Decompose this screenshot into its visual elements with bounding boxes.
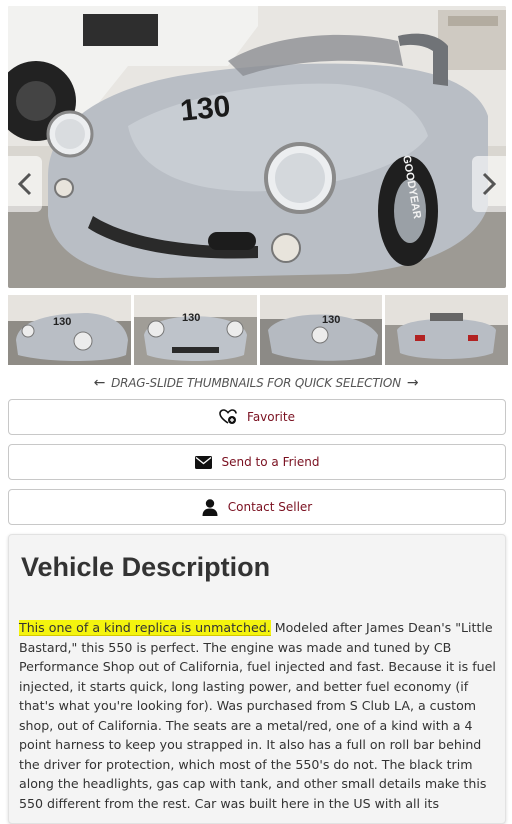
chevron-left-icon <box>18 172 32 196</box>
thumbnail-strip[interactable]: 130 130 130 <box>8 295 508 365</box>
hint-text: DRAG-SLIDE THUMBNAILS FOR QUICK SELECTIO… <box>111 376 401 390</box>
next-photo-button[interactable] <box>472 156 506 212</box>
description-title: Vehicle Description <box>21 552 271 582</box>
chevron-right-icon <box>482 172 496 196</box>
description-highlight: This one of a kind replica is unmatched. <box>19 620 271 636</box>
envelope-icon <box>194 455 212 469</box>
thumbnail-2[interactable]: 130 <box>133 295 257 365</box>
thumbnail-4[interactable] <box>385 295 508 365</box>
send-to-friend-button[interactable]: Send to a Friend <box>8 444 506 480</box>
thumbnail-3[interactable]: 130 <box>259 295 383 365</box>
arrow-left-icon: ← <box>93 375 106 391</box>
favorite-button[interactable]: Favorite <box>8 399 506 435</box>
thumbnail-1[interactable]: 130 <box>8 295 131 365</box>
car-photo: 130 GOODYEAR <box>8 6 506 288</box>
main-photo[interactable]: 130 GOODYEAR <box>8 6 506 288</box>
description-body: Modeled after James Dean's "Little Basta… <box>19 620 496 811</box>
thumb-number: 130 <box>322 314 340 326</box>
contact-seller-label: Contact Seller <box>227 500 313 514</box>
thumb-number: 130 <box>53 316 71 328</box>
contact-seller-button[interactable]: Contact Seller <box>8 489 506 525</box>
heart-plus-icon <box>219 409 237 424</box>
thumb-number: 130 <box>182 312 200 324</box>
car-number: 130 <box>179 90 232 128</box>
favorite-label: Favorite <box>247 410 295 424</box>
user-icon <box>202 498 218 516</box>
vehicle-description-panel: Vehicle Description This one of a kind r… <box>8 534 506 824</box>
send-to-friend-label: Send to a Friend <box>221 455 320 469</box>
description-text: This one of a kind replica is unmatched.… <box>19 618 501 813</box>
thumbnail-hint: ← DRAG-SLIDE THUMBNAILS FOR QUICK SELECTI… <box>0 375 512 391</box>
prev-photo-button[interactable] <box>8 156 42 212</box>
arrow-right-icon: → <box>406 375 419 391</box>
